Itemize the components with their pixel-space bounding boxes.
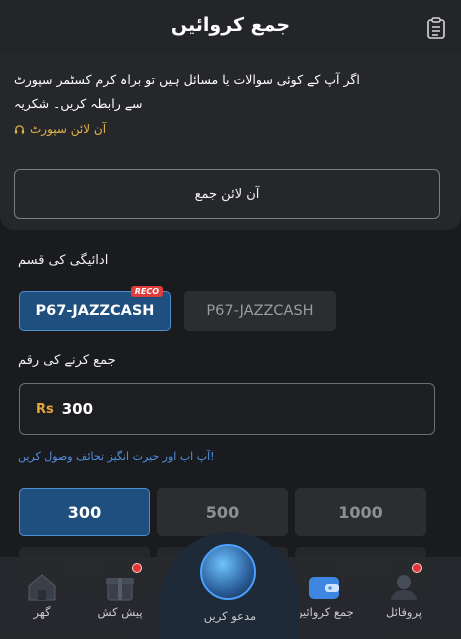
amount-option-1000[interactable]: 1000 [295,488,426,536]
top-bar: جمع کروائیں [0,0,461,54]
clipboard-list-icon[interactable] [427,17,445,39]
payment-method-jazzcash-recommended[interactable]: P67-JAZZCASH RECO [19,286,171,331]
profile-icon [391,575,417,600]
payment-type-label: ادائیگی کی قسم [18,253,109,268]
promo-text: آپ اب اور حیرت انگیز تحائف وصول کریں! [18,450,215,463]
support-message-line2: سے رابطہ کریں۔ شکریہ [14,96,143,111]
deposit-amount-label: جمع کرنے کی رقم [18,353,116,368]
amount-input[interactable]: Rs 300 [19,383,435,435]
home-icon [28,574,56,601]
notification-dot [412,563,422,573]
headset-icon [14,124,25,134]
online-deposit-button[interactable]: آن لائن جمع [14,169,440,219]
gift-icon [106,578,134,601]
nav-offers-label: پیش کش [97,605,143,619]
notification-dot [132,563,142,573]
nav-home[interactable]: گھر [2,557,82,639]
payment-method-jazzcash[interactable]: P67-JAZZCASH [184,291,336,331]
amount-option-300[interactable]: 300 [19,488,150,536]
wallet-icon [309,577,339,599]
online-support-link[interactable]: آن لائن سپورٹ [14,122,106,136]
nav-home-label: گھر [33,605,51,619]
page-title: جمع کروائیں [170,14,291,36]
nav-profile-label: پروفائل [385,605,422,619]
amount-value: 300 [61,400,94,418]
currency-symbol: Rs [36,401,54,417]
recommended-badge: RECO [130,286,163,297]
support-notice-card: اگر آپ کے کوئی سوالات یا مسائل ہیں تو بر… [0,54,461,230]
nav-offers[interactable]: پیش کش [80,557,160,639]
treasure-chest-icon [200,544,256,600]
support-message: اگر آپ کے کوئی سوالات یا مسائل ہیں تو بر… [14,68,447,116]
nav-invite-label: مدعو کریں [203,609,257,623]
amount-option-500[interactable]: 500 [157,488,288,536]
online-support-label: آن لائن سپورٹ [30,122,107,136]
payment-method-label: P67-JAZZCASH [35,303,155,319]
nav-profile[interactable]: پروفائل [364,557,444,639]
support-message-line1: اگر آپ کے کوئی سوالات یا مسائل ہیں تو بر… [14,72,360,87]
